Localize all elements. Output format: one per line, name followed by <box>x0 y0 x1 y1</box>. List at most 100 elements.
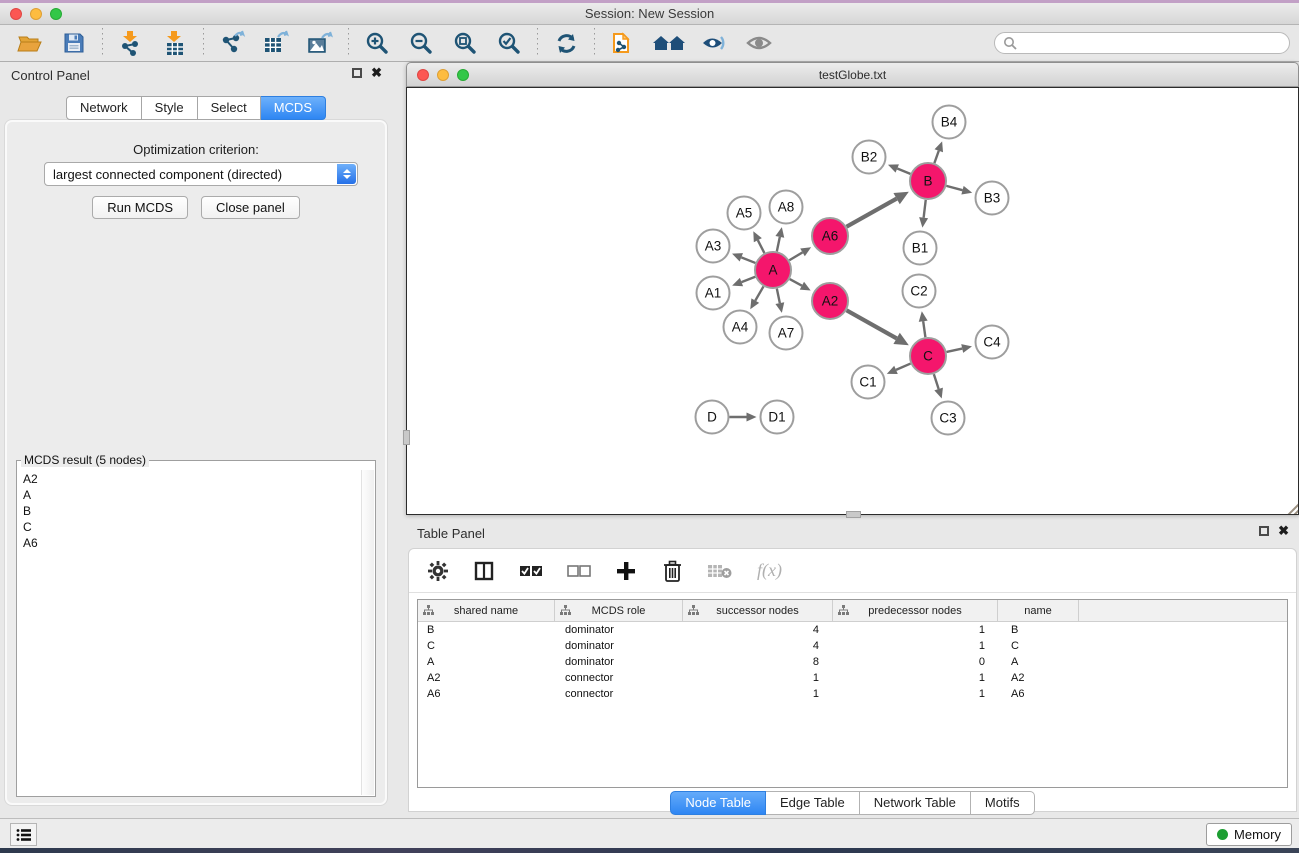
cell-predecessor-nodes[interactable]: 1 <box>836 670 1002 686</box>
edge-A-A5[interactable] <box>758 240 765 253</box>
network-canvas[interactable]: B4B2BB3A8A5A6A3B1AC2A1A2A4A7C4CC1C3DD1 <box>406 87 1299 515</box>
close-panel-button[interactable]: Close panel <box>201 196 300 219</box>
cell-shared-name[interactable]: A2 <box>418 670 556 686</box>
graph-node-A[interactable]: A <box>755 252 791 288</box>
graph-node-C1[interactable]: C1 <box>852 366 885 399</box>
column-header-name[interactable]: name <box>998 600 1079 621</box>
result-item-a2[interactable]: A2 <box>19 471 360 487</box>
cell-shared-name[interactable]: A6 <box>418 686 556 702</box>
cell-predecessor-nodes[interactable]: 1 <box>836 622 1002 638</box>
graph-node-D1[interactable]: D1 <box>761 401 794 434</box>
cell-MCDS-role[interactable]: dominator <box>556 622 685 638</box>
result-item-c[interactable]: C <box>19 519 360 535</box>
graph-node-A3[interactable]: A3 <box>697 230 730 263</box>
graph-node-B1[interactable]: B1 <box>904 232 937 265</box>
close-table-panel-icon[interactable]: ✖ <box>1278 526 1289 536</box>
graph-node-A5[interactable]: A5 <box>728 197 761 230</box>
graph-node-B3[interactable]: B3 <box>976 182 1009 215</box>
graph-node-B[interactable]: B <box>910 163 946 199</box>
zoom-in-button[interactable] <box>362 28 392 58</box>
zoom-selected-button[interactable] <box>494 28 524 58</box>
cell-successor-nodes[interactable]: 4 <box>685 622 836 638</box>
edge-A-A6[interactable] <box>789 252 802 260</box>
graph-node-A1[interactable]: A1 <box>697 277 730 310</box>
zoom-fit-button[interactable] <box>450 28 480 58</box>
edge-A-A8[interactable] <box>777 237 780 252</box>
run-mcds-button[interactable]: Run MCDS <box>92 196 188 219</box>
cell-MCDS-role[interactable]: dominator <box>556 638 685 654</box>
graph-node-B2[interactable]: B2 <box>853 141 886 174</box>
edge-B-B4[interactable] <box>934 151 938 163</box>
edge-A-A4[interactable] <box>755 286 763 300</box>
column-header-predecessor-nodes[interactable]: predecessor nodes <box>833 600 998 621</box>
import-network-button[interactable] <box>116 28 146 58</box>
export-image-button[interactable] <box>305 28 335 58</box>
result-item-a[interactable]: A <box>19 487 360 503</box>
result-scrollbar[interactable] <box>361 470 374 795</box>
column-header-successor-nodes[interactable]: successor nodes <box>683 600 833 621</box>
save-session-button[interactable] <box>59 28 89 58</box>
tab-network-table[interactable]: Network Table <box>860 791 971 815</box>
edge-C-C3[interactable] <box>934 374 939 389</box>
graph-node-A8[interactable]: A8 <box>770 191 803 224</box>
cell-predecessor-nodes[interactable]: 1 <box>836 638 1002 654</box>
result-item-b[interactable]: B <box>19 503 360 519</box>
hide-graphics-button[interactable] <box>700 28 730 58</box>
graph-node-C[interactable]: C <box>910 338 946 374</box>
memory-button[interactable]: Memory <box>1206 823 1292 846</box>
tab-edge-table[interactable]: Edge Table <box>766 791 860 815</box>
optimization-criterion-select[interactable]: largest connected component (directed) <box>44 162 358 186</box>
unselect-all-columns-button[interactable] <box>567 558 591 584</box>
close-panel-icon[interactable]: ✖ <box>371 68 382 78</box>
graph-node-A2[interactable]: A2 <box>812 283 848 319</box>
cell-MCDS-role[interactable]: dominator <box>556 654 685 670</box>
edge-C-C2[interactable] <box>923 321 925 337</box>
new-network-file-button[interactable] <box>608 28 638 58</box>
cell-MCDS-role[interactable]: connector <box>556 686 685 702</box>
column-header-shared-name[interactable]: shared name <box>418 600 555 621</box>
graph-node-C4[interactable]: C4 <box>976 326 1009 359</box>
create-column-button[interactable] <box>615 558 637 584</box>
delete-column-button[interactable] <box>661 558 683 584</box>
edge-B-B3[interactable] <box>946 186 962 190</box>
delete-table-button[interactable] <box>707 558 733 584</box>
cell-successor-nodes[interactable]: 4 <box>685 638 836 654</box>
edge-A-A2[interactable] <box>790 279 802 286</box>
cell-successor-nodes[interactable]: 1 <box>685 670 836 686</box>
edge-A2-C[interactable] <box>847 310 897 338</box>
tab-motifs[interactable]: Motifs <box>971 791 1035 815</box>
edge-A-A7[interactable] <box>777 289 780 304</box>
open-session-button[interactable] <box>15 28 45 58</box>
cell-shared-name[interactable]: A <box>418 654 556 670</box>
tab-select[interactable]: Select <box>198 96 261 120</box>
edge-B-B2[interactable] <box>897 168 910 173</box>
cell-name[interactable]: A6 <box>1002 686 1084 702</box>
tab-node-table[interactable]: Node Table <box>670 791 766 815</box>
edge-C-C4[interactable] <box>947 349 963 352</box>
float-panel-icon[interactable] <box>352 68 362 78</box>
edge-A6-B[interactable] <box>847 199 897 227</box>
cell-predecessor-nodes[interactable]: 1 <box>836 686 1002 702</box>
edge-A-A3[interactable] <box>741 257 755 263</box>
export-network-button[interactable] <box>217 28 247 58</box>
cell-successor-nodes[interactable]: 8 <box>685 654 836 670</box>
zoom-out-button[interactable] <box>406 28 436 58</box>
show-column-button[interactable] <box>473 558 495 584</box>
result-item-a6[interactable]: A6 <box>19 535 360 551</box>
import-table-button[interactable] <box>160 28 190 58</box>
refresh-button[interactable] <box>551 28 581 58</box>
panel-drag-handle-bottom[interactable] <box>846 511 861 518</box>
graph-node-A6[interactable]: A6 <box>812 218 848 254</box>
cell-name[interactable]: C <box>1002 638 1084 654</box>
cell-successor-nodes[interactable]: 1 <box>685 686 836 702</box>
select-all-columns-button[interactable] <box>519 558 543 584</box>
table-settings-button[interactable] <box>427 558 449 584</box>
cell-shared-name[interactable]: B <box>418 622 556 638</box>
export-table-button[interactable] <box>261 28 291 58</box>
graph-node-D[interactable]: D <box>696 401 729 434</box>
graph-node-C2[interactable]: C2 <box>903 275 936 308</box>
graph-node-B4[interactable]: B4 <box>933 106 966 139</box>
task-history-button[interactable] <box>10 823 37 846</box>
search-input[interactable] <box>1017 34 1289 52</box>
tab-style[interactable]: Style <box>142 96 198 120</box>
